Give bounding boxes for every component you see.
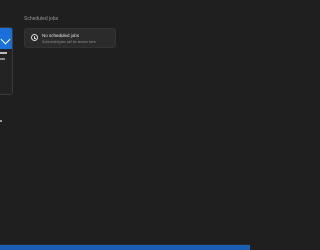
side-card-line bbox=[0, 58, 5, 60]
check-icon bbox=[0, 34, 11, 45]
empty-jobs-subtitle: Scheduled jobs will be shown here bbox=[42, 40, 96, 44]
app-window: Scheduled jobs No scheduled jobs Schedul… bbox=[0, 0, 250, 250]
clock-icon bbox=[31, 34, 38, 41]
side-card[interactable] bbox=[0, 27, 13, 95]
taskbar-accent bbox=[0, 245, 250, 250]
side-panel bbox=[0, 0, 14, 250]
side-indicator bbox=[0, 120, 2, 122]
empty-jobs-card: No scheduled jobs Scheduled jobs will be… bbox=[24, 28, 116, 48]
side-card-line bbox=[0, 52, 7, 54]
section-title: Scheduled jobs bbox=[24, 16, 59, 22]
side-card-header bbox=[0, 28, 12, 49]
empty-jobs-title: No scheduled jobs bbox=[42, 33, 80, 38]
